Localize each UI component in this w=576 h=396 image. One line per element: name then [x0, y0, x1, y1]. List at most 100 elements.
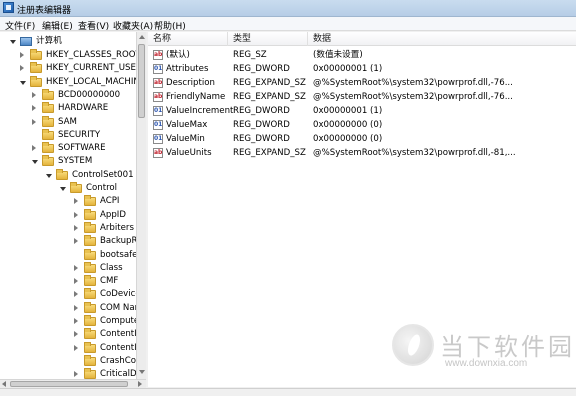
- folder-icon: [84, 301, 96, 313]
- binary-value-icon: 01: [153, 106, 163, 116]
- value-type: REG_DWORD: [233, 106, 290, 116]
- value-name: ValueIncrement: [166, 106, 234, 116]
- menu-help[interactable]: 帮助(H): [154, 19, 186, 32]
- column-header-type[interactable]: 类型: [228, 32, 308, 46]
- tree-item-label: SOFTWARE: [58, 143, 106, 154]
- string-value-icon: ab: [153, 50, 163, 60]
- tree-item-label: SAM: [58, 116, 77, 127]
- folder-icon: [84, 221, 96, 233]
- menu-favorites[interactable]: 收藏夹(A): [113, 19, 153, 32]
- tree-item-label: AppID: [100, 209, 126, 220]
- collapsed-arrow-icon[interactable]: [20, 52, 24, 58]
- collapsed-arrow-icon[interactable]: [74, 304, 78, 311]
- expanded-arrow-icon[interactable]: [20, 80, 26, 85]
- menu-edit[interactable]: 编辑(E): [42, 19, 73, 32]
- expanded-arrow-icon[interactable]: [60, 187, 66, 191]
- collapsed-arrow-icon[interactable]: [74, 371, 78, 378]
- value-type: REG_EXPAND_SZ: [233, 148, 306, 158]
- value-name: ValueUnits: [166, 148, 212, 158]
- tree-item-label: HARDWARE: [58, 103, 109, 114]
- tree-item-label: CMF: [100, 276, 119, 287]
- collapsed-arrow-icon[interactable]: [32, 105, 36, 112]
- tree-horizontal-scrollbar[interactable]: [0, 379, 146, 388]
- regedit-app-icon: [3, 2, 14, 13]
- string-value-icon: ab: [153, 148, 163, 158]
- value-row[interactable]: ab FriendlyName REG_EXPAND_SZ @%SystemRoot%…: [148, 90, 576, 104]
- tree-item-label: Control: [86, 183, 118, 193]
- expanded-arrow-icon[interactable]: [10, 40, 16, 44]
- value-type: REG_DWORD: [233, 120, 290, 130]
- value-name: Description: [166, 78, 215, 88]
- value-data: 0x00000000 (0): [313, 120, 383, 130]
- value-row[interactable]: 01 ValueMax REG_DWORD 0x00000000 (0): [148, 118, 576, 132]
- value-type: REG_EXPAND_SZ: [233, 92, 306, 102]
- value-row[interactable]: ab ValueUnits REG_EXPAND_SZ @%SystemRoot%\s…: [148, 146, 576, 160]
- folder-icon: [42, 102, 54, 114]
- collapsed-arrow-icon[interactable]: [74, 278, 78, 285]
- collapsed-arrow-icon[interactable]: [74, 344, 78, 351]
- string-value-icon: ab: [153, 78, 163, 88]
- tree-hscroll-thumb[interactable]: [10, 381, 128, 387]
- column-header-name[interactable]: 名称: [148, 32, 228, 46]
- tree-vertical-scrollbar[interactable]: [136, 32, 146, 379]
- collapsed-arrow-icon[interactable]: [74, 211, 78, 218]
- watermark-logo-icon: [392, 324, 434, 366]
- collapsed-arrow-icon[interactable]: [74, 318, 78, 324]
- collapsed-arrow-icon[interactable]: [74, 224, 78, 231]
- collapsed-arrow-icon[interactable]: [74, 331, 78, 338]
- folder-icon: [30, 75, 42, 87]
- value-row[interactable]: ab (默认) REG_SZ (数值未设置): [148, 48, 576, 62]
- scroll-down-arrow-icon[interactable]: [139, 370, 145, 374]
- tree-item-label: SYSTEM: [58, 156, 93, 167]
- tree-item-label: ControlSet001: [72, 169, 134, 180]
- title-bar: 注册表编辑器: [0, 0, 576, 17]
- folder-icon: [42, 88, 54, 100]
- folder-icon: [84, 354, 96, 366]
- menu-bar: 文件(F) 编辑(E) 查看(V) 收藏夹(A) 帮助(H): [0, 17, 576, 32]
- folder-icon: [42, 115, 54, 127]
- folder-icon: [84, 235, 96, 247]
- scroll-up-arrow-icon[interactable]: [139, 35, 145, 39]
- value-data: 0x00000001 (1): [313, 64, 383, 74]
- tree-item-label: SECURITY: [58, 129, 101, 140]
- folder-icon: [42, 142, 54, 154]
- folder-icon: [84, 261, 96, 273]
- menu-view[interactable]: 查看(V): [78, 19, 109, 32]
- value-name: (默认): [166, 50, 190, 60]
- expanded-arrow-icon[interactable]: [32, 160, 38, 165]
- expanded-arrow-icon[interactable]: [46, 173, 52, 178]
- folder-icon: [84, 248, 96, 260]
- tree-item-label: BCD00000000: [58, 89, 121, 100]
- folder-icon: [42, 128, 54, 140]
- binary-value-icon: 01: [153, 64, 163, 74]
- value-row[interactable]: 01 ValueMin REG_DWORD 0x00000000 (0): [148, 132, 576, 146]
- folder-icon: [84, 368, 96, 380]
- menu-file[interactable]: 文件(F): [5, 19, 35, 32]
- column-header-data[interactable]: 数据: [308, 32, 576, 46]
- collapsed-arrow-icon[interactable]: [74, 264, 78, 271]
- collapsed-arrow-icon[interactable]: [20, 65, 24, 72]
- collapsed-arrow-icon[interactable]: [74, 238, 78, 245]
- value-name: Attributes: [166, 64, 209, 74]
- tree-item-label: HKEY_CLASSES_ROOT: [46, 50, 141, 60]
- folder-icon: [84, 195, 96, 207]
- scroll-left-arrow-icon[interactable]: [2, 381, 6, 387]
- tree-scroll-thumb[interactable]: [138, 44, 145, 118]
- collapsed-arrow-icon[interactable]: [32, 118, 36, 125]
- scroll-right-arrow-icon[interactable]: [138, 381, 142, 387]
- folder-icon: [30, 49, 42, 60]
- collapsed-arrow-icon[interactable]: [32, 145, 36, 152]
- value-name: FriendlyName: [166, 92, 226, 102]
- collapsed-arrow-icon[interactable]: [32, 91, 36, 98]
- folder-icon: [70, 182, 82, 193]
- value-row[interactable]: 01 Attributes REG_DWORD 0x00000001 (1): [148, 62, 576, 76]
- collapsed-arrow-icon[interactable]: [74, 198, 78, 205]
- folder-icon: [42, 155, 54, 167]
- tree-item-label: bootsafe: [100, 249, 138, 260]
- registry-tree: 计算机 HKEY_CLASSES_ROOT HKEY_CURRENT_USER HK…: [0, 32, 146, 387]
- value-row[interactable]: 01 ValueIncrement REG_DWORD 0x00000001 (1): [148, 104, 576, 118]
- window-title: 注册表编辑器: [17, 6, 72, 16]
- collapsed-arrow-icon[interactable]: [74, 291, 78, 298]
- tree-item-label: HKEY_LOCAL_MACHINE: [46, 76, 146, 87]
- value-row[interactable]: ab Description REG_EXPAND_SZ @%SystemRoot%\…: [148, 76, 576, 90]
